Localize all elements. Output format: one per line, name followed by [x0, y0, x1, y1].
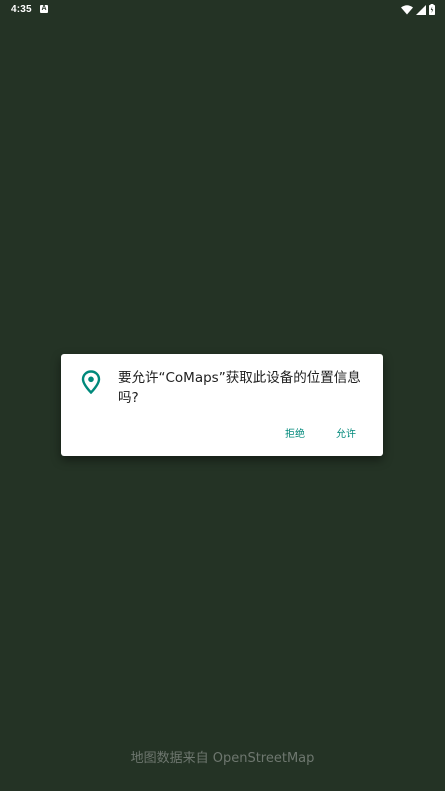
cell-signal-icon	[416, 4, 426, 15]
battery-icon	[429, 4, 435, 15]
location-permission-dialog: 要允许“CoMaps”获取此设备的位置信息吗? 拒绝 允许	[61, 354, 383, 456]
wifi-icon	[401, 4, 413, 14]
location-pin-icon	[81, 370, 101, 394]
dialog-message: 要允许“CoMaps”获取此设备的位置信息吗?	[118, 370, 361, 406]
app-notification-icon: A	[40, 5, 48, 13]
status-bar: 4:35 A	[0, 0, 445, 20]
map-attribution: 地图数据来自 OpenStreetMap	[130, 751, 315, 766]
status-time: 4:35	[11, 4, 32, 15]
allow-button[interactable]: 允许	[336, 425, 356, 440]
deny-button[interactable]: 拒绝	[285, 425, 305, 440]
status-icons	[401, 4, 435, 15]
